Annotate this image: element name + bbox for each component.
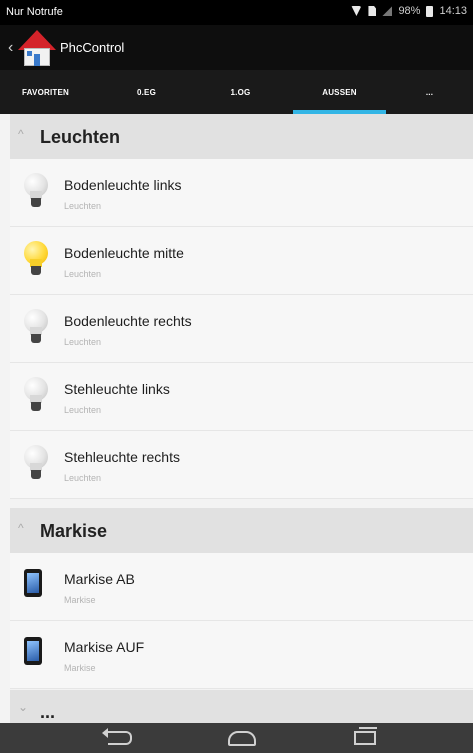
tab-favoriten[interactable]: FAVORITEN (0, 70, 91, 114)
item-category: Leuchten (64, 269, 102, 279)
tab-0-eg[interactable]: 0.EG (101, 70, 192, 114)
list-item[interactable]: Stehleuchte rechts Leuchten (10, 431, 473, 499)
system-nav-bar (0, 723, 473, 753)
nav-back-icon[interactable] (100, 727, 140, 749)
bulb-on-icon (24, 241, 48, 277)
up-chevron-icon[interactable]: ‹ (8, 40, 13, 56)
nav-home-icon[interactable] (222, 727, 262, 749)
list-item[interactable]: Bodenleuchte rechts Leuchten (10, 295, 473, 363)
battery-icon (426, 5, 434, 17)
carrier-text: Nur Notrufe (6, 6, 63, 18)
list-item[interactable]: Bodenleuchte links Leuchten (10, 159, 473, 227)
item-category: Markise (64, 595, 96, 605)
section-header-partial[interactable]: ⌄ ... (10, 690, 473, 723)
clock: 14:13 (439, 5, 467, 17)
tab-bar: FAVORITEN 0.EG 1.OG AUSSEN ... (0, 70, 473, 114)
bulb-off-icon (24, 173, 48, 209)
list-item[interactable]: Bodenleuchte mitte Leuchten (10, 227, 473, 295)
tab-more[interactable]: ... (386, 70, 473, 114)
collapse-chevron-icon: ^ (18, 521, 24, 535)
list-item[interactable]: Markise AB Markise (10, 553, 473, 621)
bulb-off-icon (24, 445, 48, 481)
item-name: Bodenleuchte mitte (64, 245, 184, 261)
status-bar: Nur Notrufe 98% 14:13 (0, 0, 473, 25)
item-category: Leuchten (64, 337, 102, 347)
item-name: Stehleuchte rechts (64, 449, 180, 465)
expand-chevron-icon: ⌄ (18, 700, 29, 714)
list-item[interactable]: Stehleuchte links Leuchten (10, 363, 473, 431)
item-name: Bodenleuchte links (64, 177, 182, 193)
signal-icon (382, 6, 393, 16)
item-category: Markise (64, 663, 96, 673)
collapse-chevron-icon: ^ (18, 127, 24, 141)
tab-1-og[interactable]: 1.OG (195, 70, 286, 114)
app-title: PhcControl (60, 40, 125, 55)
item-category: Leuchten (64, 473, 102, 483)
item-name: Bodenleuchte rechts (64, 313, 192, 329)
battery-percent: 98% (398, 5, 421, 17)
section-header-leuchten[interactable]: ^ Leuchten (10, 114, 473, 159)
list-item[interactable]: Markise AUF Markise (10, 621, 473, 689)
tablet-icon (24, 637, 42, 665)
tab-aussen[interactable]: AUSSEN (293, 70, 386, 114)
item-category: Leuchten (64, 405, 102, 415)
sim-icon (368, 6, 377, 16)
wifi-icon (350, 6, 362, 16)
action-bar: ‹ PhcControl (0, 25, 473, 70)
bulb-off-icon (24, 309, 48, 345)
item-category: Leuchten (64, 201, 102, 211)
item-name: Stehleuchte links (64, 381, 170, 397)
section-header-markise[interactable]: ^ Markise (10, 508, 473, 553)
bulb-off-icon (24, 377, 48, 413)
item-name: Markise AUF (64, 639, 145, 655)
nav-recent-apps-icon[interactable] (345, 727, 385, 749)
tablet-icon (24, 569, 42, 597)
item-name: Markise AB (64, 571, 135, 587)
app-home-icon[interactable] (18, 30, 56, 66)
